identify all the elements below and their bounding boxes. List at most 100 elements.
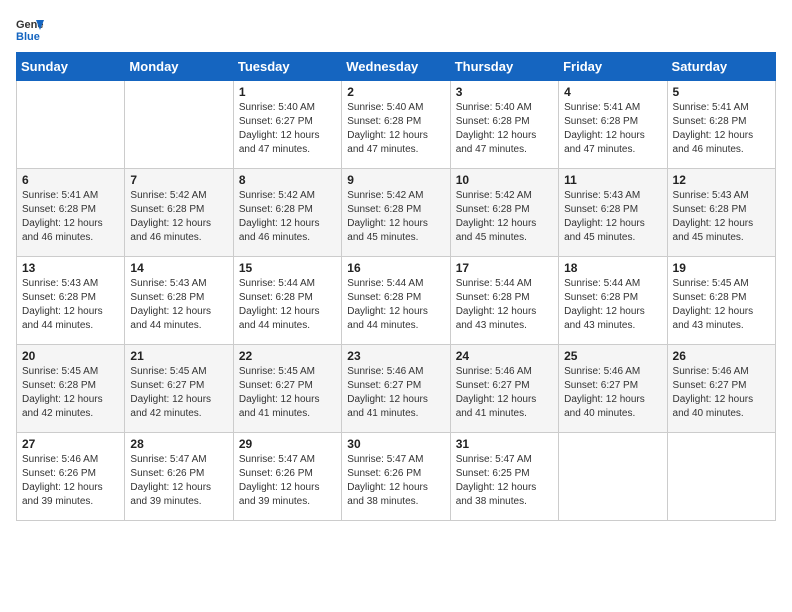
day-number: 27 <box>22 437 119 451</box>
day-info: Sunrise: 5:41 AM Sunset: 6:28 PM Dayligh… <box>564 101 661 157</box>
day-cell <box>17 81 125 169</box>
day-cell: 12 Sunrise: 5:43 AM Sunset: 6:28 PM Dayli… <box>667 169 775 257</box>
day-info: Sunrise: 5:47 AM Sunset: 6:25 PM Dayligh… <box>456 453 553 509</box>
day-number: 7 <box>130 173 227 187</box>
day-info: Sunrise: 5:40 AM Sunset: 6:28 PM Dayligh… <box>456 101 553 157</box>
day-number: 17 <box>456 261 553 275</box>
day-cell: 19 Sunrise: 5:45 AM Sunset: 6:28 PM Dayli… <box>667 257 775 345</box>
day-info: Sunrise: 5:41 AM Sunset: 6:28 PM Dayligh… <box>673 101 770 157</box>
day-cell: 5 Sunrise: 5:41 AM Sunset: 6:28 PM Daylig… <box>667 81 775 169</box>
day-info: Sunrise: 5:44 AM Sunset: 6:28 PM Dayligh… <box>239 277 336 333</box>
day-info: Sunrise: 5:45 AM Sunset: 6:27 PM Dayligh… <box>130 365 227 421</box>
week-row-5: 27 Sunrise: 5:46 AM Sunset: 6:26 PM Dayli… <box>17 433 776 521</box>
day-number: 23 <box>347 349 444 363</box>
day-number: 19 <box>673 261 770 275</box>
week-row-1: 1Sunrise: 5:40 AM Sunset: 6:27 PM Daylig… <box>17 81 776 169</box>
logo-icon: General Blue <box>16 16 44 44</box>
day-cell: 26 Sunrise: 5:46 AM Sunset: 6:27 PM Dayli… <box>667 345 775 433</box>
day-info: Sunrise: 5:47 AM Sunset: 6:26 PM Dayligh… <box>130 453 227 509</box>
day-number: 22 <box>239 349 336 363</box>
day-cell: 21 Sunrise: 5:45 AM Sunset: 6:27 PM Dayli… <box>125 345 233 433</box>
day-info: Sunrise: 5:40 AM Sunset: 6:28 PM Dayligh… <box>347 101 444 157</box>
day-number: 12 <box>673 173 770 187</box>
day-number: 4 <box>564 85 661 99</box>
col-sunday: Sunday <box>17 53 125 81</box>
day-cell: 29 Sunrise: 5:47 AM Sunset: 6:26 PM Dayli… <box>233 433 341 521</box>
calendar-table: Sunday Monday Tuesday Wednesday Thursday… <box>16 52 776 521</box>
day-info: Sunrise: 5:42 AM Sunset: 6:28 PM Dayligh… <box>130 189 227 245</box>
day-cell: 18 Sunrise: 5:44 AM Sunset: 6:28 PM Dayli… <box>559 257 667 345</box>
col-thursday: Thursday <box>450 53 558 81</box>
day-cell: 30 Sunrise: 5:47 AM Sunset: 6:26 PM Dayli… <box>342 433 450 521</box>
day-cell: 31 Sunrise: 5:47 AM Sunset: 6:25 PM Dayli… <box>450 433 558 521</box>
logo: General Blue <box>16 16 44 44</box>
day-cell: 4 Sunrise: 5:41 AM Sunset: 6:28 PM Daylig… <box>559 81 667 169</box>
day-info: Sunrise: 5:46 AM Sunset: 6:27 PM Dayligh… <box>456 365 553 421</box>
day-info: Sunrise: 5:47 AM Sunset: 6:26 PM Dayligh… <box>239 453 336 509</box>
day-cell: 1Sunrise: 5:40 AM Sunset: 6:27 PM Daylig… <box>233 81 341 169</box>
day-cell: 20 Sunrise: 5:45 AM Sunset: 6:28 PM Dayli… <box>17 345 125 433</box>
day-info: Sunrise: 5:46 AM Sunset: 6:27 PM Dayligh… <box>347 365 444 421</box>
day-info: Sunrise: 5:43 AM Sunset: 6:28 PM Dayligh… <box>564 189 661 245</box>
day-info: Sunrise: 5:46 AM Sunset: 6:27 PM Dayligh… <box>564 365 661 421</box>
day-cell <box>559 433 667 521</box>
day-info: Sunrise: 5:46 AM Sunset: 6:26 PM Dayligh… <box>22 453 119 509</box>
day-cell: 2Sunrise: 5:40 AM Sunset: 6:28 PM Daylig… <box>342 81 450 169</box>
day-cell: 16 Sunrise: 5:44 AM Sunset: 6:28 PM Dayli… <box>342 257 450 345</box>
day-number: 20 <box>22 349 119 363</box>
day-info: Sunrise: 5:40 AM Sunset: 6:27 PM Dayligh… <box>239 101 336 157</box>
col-wednesday: Wednesday <box>342 53 450 81</box>
day-number: 3 <box>456 85 553 99</box>
week-row-3: 13 Sunrise: 5:43 AM Sunset: 6:28 PM Dayli… <box>17 257 776 345</box>
day-cell: 27 Sunrise: 5:46 AM Sunset: 6:26 PM Dayli… <box>17 433 125 521</box>
day-info: Sunrise: 5:42 AM Sunset: 6:28 PM Dayligh… <box>456 189 553 245</box>
day-cell: 24 Sunrise: 5:46 AM Sunset: 6:27 PM Dayli… <box>450 345 558 433</box>
day-info: Sunrise: 5:43 AM Sunset: 6:28 PM Dayligh… <box>22 277 119 333</box>
day-cell: 23 Sunrise: 5:46 AM Sunset: 6:27 PM Dayli… <box>342 345 450 433</box>
day-number: 14 <box>130 261 227 275</box>
day-number: 18 <box>564 261 661 275</box>
day-info: Sunrise: 5:47 AM Sunset: 6:26 PM Dayligh… <box>347 453 444 509</box>
day-number: 21 <box>130 349 227 363</box>
day-number: 9 <box>347 173 444 187</box>
day-cell <box>667 433 775 521</box>
col-monday: Monday <box>125 53 233 81</box>
day-number: 24 <box>456 349 553 363</box>
day-cell: 25 Sunrise: 5:46 AM Sunset: 6:27 PM Dayli… <box>559 345 667 433</box>
page-header: General Blue <box>16 16 776 44</box>
day-cell: 10 Sunrise: 5:42 AM Sunset: 6:28 PM Dayli… <box>450 169 558 257</box>
day-info: Sunrise: 5:46 AM Sunset: 6:27 PM Dayligh… <box>673 365 770 421</box>
day-info: Sunrise: 5:44 AM Sunset: 6:28 PM Dayligh… <box>564 277 661 333</box>
week-row-4: 20 Sunrise: 5:45 AM Sunset: 6:28 PM Dayli… <box>17 345 776 433</box>
day-info: Sunrise: 5:43 AM Sunset: 6:28 PM Dayligh… <box>673 189 770 245</box>
day-number: 6 <box>22 173 119 187</box>
day-number: 16 <box>347 261 444 275</box>
day-number: 15 <box>239 261 336 275</box>
day-number: 31 <box>456 437 553 451</box>
col-friday: Friday <box>559 53 667 81</box>
day-number: 29 <box>239 437 336 451</box>
week-row-2: 6Sunrise: 5:41 AM Sunset: 6:28 PM Daylig… <box>17 169 776 257</box>
day-cell: 8Sunrise: 5:42 AM Sunset: 6:28 PM Daylig… <box>233 169 341 257</box>
day-number: 10 <box>456 173 553 187</box>
day-info: Sunrise: 5:42 AM Sunset: 6:28 PM Dayligh… <box>347 189 444 245</box>
day-info: Sunrise: 5:45 AM Sunset: 6:28 PM Dayligh… <box>673 277 770 333</box>
day-cell: 7 Sunrise: 5:42 AM Sunset: 6:28 PM Daylig… <box>125 169 233 257</box>
day-cell: 13 Sunrise: 5:43 AM Sunset: 6:28 PM Dayli… <box>17 257 125 345</box>
day-info: Sunrise: 5:45 AM Sunset: 6:28 PM Dayligh… <box>22 365 119 421</box>
day-info: Sunrise: 5:45 AM Sunset: 6:27 PM Dayligh… <box>239 365 336 421</box>
day-number: 28 <box>130 437 227 451</box>
day-cell: 6Sunrise: 5:41 AM Sunset: 6:28 PM Daylig… <box>17 169 125 257</box>
day-number: 5 <box>673 85 770 99</box>
day-info: Sunrise: 5:44 AM Sunset: 6:28 PM Dayligh… <box>347 277 444 333</box>
day-number: 13 <box>22 261 119 275</box>
col-saturday: Saturday <box>667 53 775 81</box>
day-number: 11 <box>564 173 661 187</box>
day-cell: 14Sunrise: 5:43 AM Sunset: 6:28 PM Dayli… <box>125 257 233 345</box>
day-cell: 11 Sunrise: 5:43 AM Sunset: 6:28 PM Dayli… <box>559 169 667 257</box>
day-cell <box>125 81 233 169</box>
day-number: 30 <box>347 437 444 451</box>
day-number: 26 <box>673 349 770 363</box>
day-cell: 3 Sunrise: 5:40 AM Sunset: 6:28 PM Daylig… <box>450 81 558 169</box>
day-number: 25 <box>564 349 661 363</box>
